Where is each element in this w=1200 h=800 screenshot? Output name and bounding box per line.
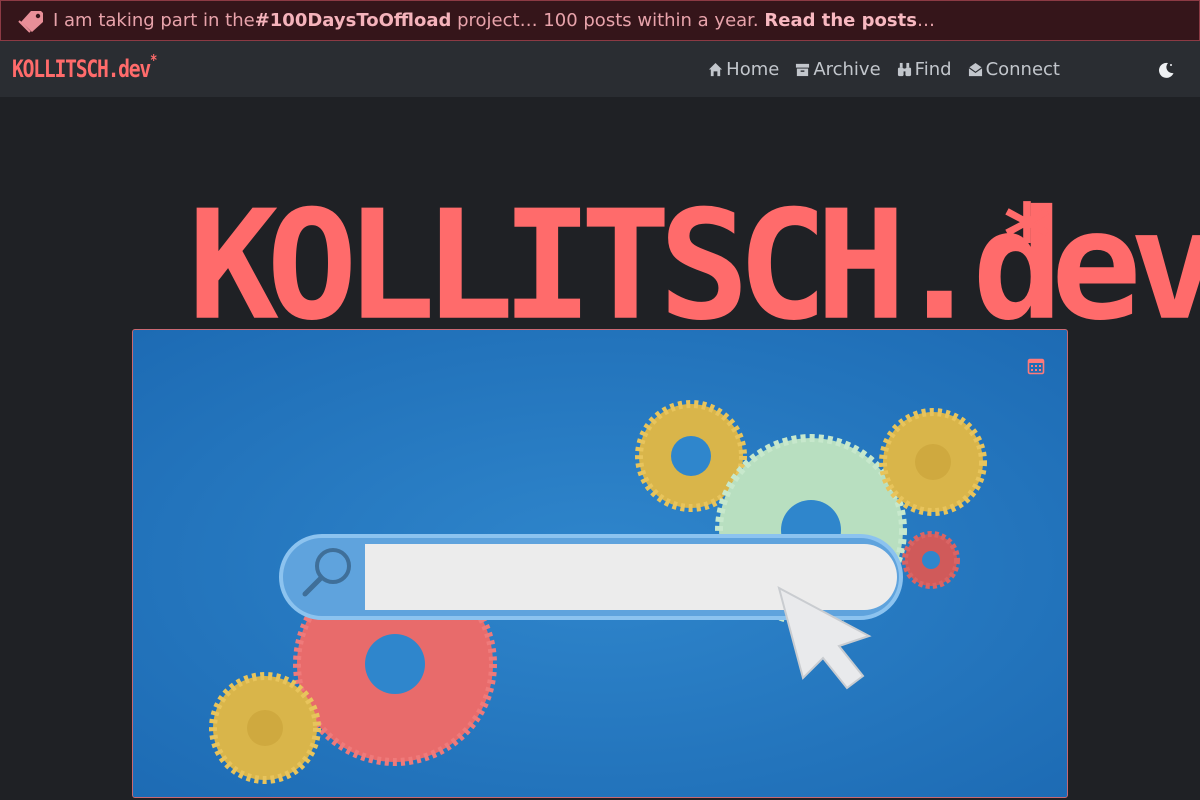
binoculars-icon [897,62,911,76]
search-illustration [133,330,1067,797]
banner-hashtag: #100DaysToOffload [254,10,452,31]
brand-text: KOLLITSCH.dev [12,55,151,83]
archive-icon [796,63,810,76]
nav-find-label: Find [914,58,952,80]
banner-suffix: … [916,10,935,31]
moon-icon [1158,62,1174,78]
banner-prefix: I am taking part in the [53,10,255,31]
navbar: KOLLITSCH.dev* Home Archive Find Connect [0,41,1200,97]
main-nav: Home Archive Find Connect [708,41,1060,97]
brand-logo[interactable]: KOLLITSCH.dev* [12,51,157,83]
calendar-icon[interactable] [1027,357,1045,375]
home-icon [709,62,723,76]
nav-archive-label: Archive [813,58,881,80]
nav-connect-label: Connect [985,58,1060,80]
tag-icon [17,9,45,33]
announcement-banner: I am taking part in the #100DaysToOffloa… [0,0,1200,41]
hero-mark: * [1000,185,1055,290]
brand-mark: * [150,51,157,69]
theme-toggle-button[interactable] [1156,60,1176,80]
nav-find[interactable]: Find [897,59,952,80]
read-posts-link[interactable]: Read the posts [764,10,917,31]
nav-archive[interactable]: Archive [795,58,881,80]
envelope-icon [968,62,982,76]
nav-home[interactable]: Home [708,59,779,80]
featured-post-image[interactable] [132,329,1068,798]
nav-connect[interactable]: Connect [968,59,1060,80]
banner-middle: project… 100 posts within a year. [451,10,765,31]
nav-home-label: Home [726,58,780,80]
